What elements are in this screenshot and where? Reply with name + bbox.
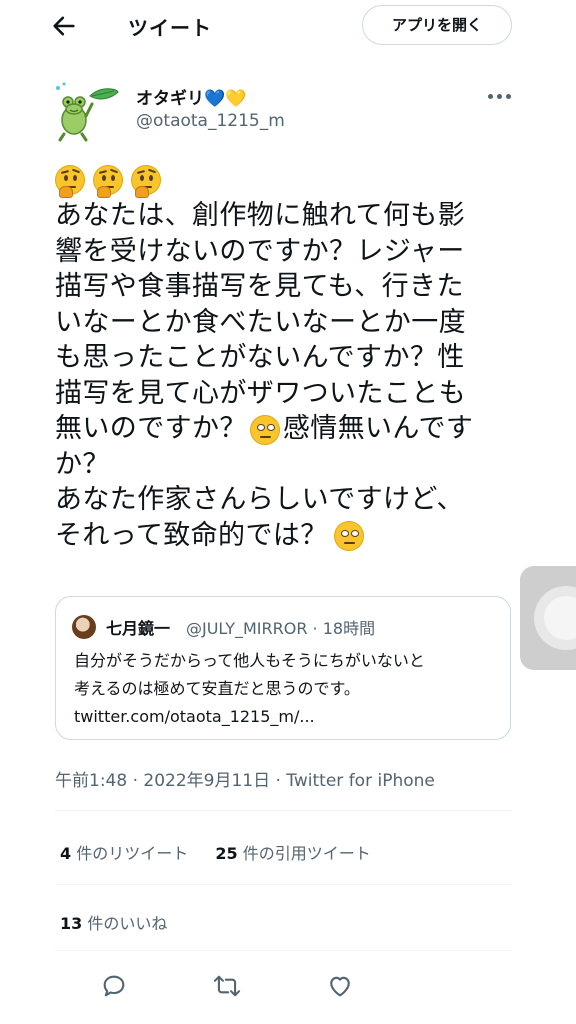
heart-icon — [330, 976, 350, 997]
author-name[interactable]: オタギリ💙💛 — [136, 84, 246, 109]
likes-stats-row: 13 件のいいね — [60, 910, 167, 934]
quotes-count: 25 — [215, 844, 238, 863]
tweet-text-line: 描写を見て心がザワついたことも — [55, 377, 466, 409]
thinking-emoji-row — [55, 165, 169, 199]
heart-emoji-icons: 💙💛 — [204, 89, 247, 109]
thinking-face-emoji-icon — [131, 165, 161, 198]
back-button[interactable] — [50, 12, 82, 40]
like-button[interactable] — [326, 972, 356, 1002]
tweet-text-segment: それって致命的では？ — [55, 519, 328, 551]
quote-link: twitter.com/otaota_1215_m/... — [74, 707, 315, 726]
likes-stat[interactable]: 13 件のいいね — [60, 914, 167, 933]
assistive-touch-handle[interactable] — [520, 566, 576, 670]
tweet-text-line: あなた作家さんらしいですけど、 — [55, 484, 464, 515]
retweet-stats-row: 4 件のリツイート 25 件の引用ツイート — [60, 840, 371, 864]
retweet-button[interactable] — [212, 972, 242, 1002]
more-horizontal-icon — [506, 94, 511, 99]
reply-icon — [103, 975, 125, 997]
quotes-stat[interactable]: 25 件の引用ツイート — [215, 844, 370, 863]
retweets-stat[interactable]: 4 件のリツイート — [60, 844, 188, 863]
tweet-text-line: も思ったことがないんですか？性 — [55, 342, 465, 373]
tweet-text-line: 描写や食事描写を見ても、行きた — [55, 271, 464, 302]
rolling-eyes-emoji-icon — [249, 414, 280, 445]
likes-count: 13 — [60, 914, 83, 933]
page-title: ツイート — [128, 16, 212, 40]
top-bar: ツイート アプリを開く — [0, 0, 576, 52]
divider — [55, 950, 512, 951]
retweets-label: 件のリツイート — [76, 844, 189, 863]
quote-text: 自分がそうだからって他人もそうにちがいないと 考えるのは極めて安直だと思うのです… — [74, 647, 504, 731]
rolling-eyes-emoji-icon — [333, 521, 364, 551]
likes-label: 件のいいね — [87, 914, 168, 933]
quote-text-line: 考えるのは極めて安直だと思うのです。 — [74, 679, 360, 698]
thinking-face-emoji-icon — [93, 165, 123, 198]
quotes-label: 件の引用ツイート — [242, 844, 371, 863]
thinking-face-emoji-icon — [55, 165, 85, 198]
tweet-action-bar — [100, 972, 360, 1002]
tweet-text-line: いなーとか食べたいなーとか一度 — [55, 306, 466, 338]
tweet-text-segment: 感情無いんです — [282, 413, 474, 444]
tweet-text-line: 響を受けないのですか？レジャー — [55, 235, 465, 267]
quote-author-meta: @JULY_MIRROR · 18時間 — [186, 619, 376, 638]
tweet-text: あなたは、創作物に触れて何も影 響を受けないのですか？レジャー 描写や食事描写を… — [55, 198, 515, 553]
divider — [55, 884, 512, 885]
author-name-text: オタギリ — [136, 89, 204, 109]
more-button[interactable] — [486, 92, 514, 102]
divider — [55, 810, 512, 811]
quote-tweet-card[interactable]: 七月鏡一 @JULY_MIRROR · 18時間 自分がそうだからって他人もそう… — [55, 596, 511, 740]
tweet-timestamp[interactable]: 午前1:48 · 2022年9月11日 · Twitter for iPhone — [55, 766, 435, 791]
arrow-left-icon — [53, 16, 75, 36]
quote-author-name: 七月鏡一 — [106, 619, 171, 638]
tweet-text-segment: 無いのですか？ — [55, 413, 247, 444]
tweet-text-line: か？ — [55, 448, 110, 480]
reply-button[interactable] — [100, 972, 130, 1002]
retweets-count: 4 — [60, 844, 72, 863]
tweet-text-line: それって致命的では？ — [55, 518, 515, 554]
tweet-text-line: 無いのですか？ 感情無いんです — [55, 411, 515, 447]
author-avatar[interactable] — [52, 82, 122, 142]
tweet-text-line: あなたは、創作物に触れて何も影 — [55, 200, 466, 231]
frog-avatar-icon — [56, 82, 119, 142]
retweet-icon — [213, 975, 241, 997]
quote-text-line: 自分がそうだからって他人もそうにちがいないと — [74, 651, 425, 670]
quote-author-avatar — [72, 615, 96, 639]
author-handle[interactable]: @otaota_1215_m — [136, 111, 285, 131]
more-horizontal-icon — [497, 94, 502, 99]
more-horizontal-icon — [488, 94, 493, 99]
open-app-button[interactable]: アプリを開く — [362, 5, 512, 45]
